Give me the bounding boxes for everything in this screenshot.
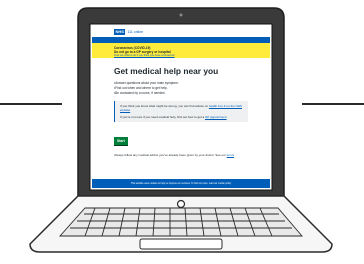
steps-list: Answer questions about your main symptom… xyxy=(114,81,248,96)
site-header: NHS 111 online xyxy=(92,26,270,37)
page-title: Get medical help near you xyxy=(114,66,219,76)
list-item: Be contacted by a nurse, if needed. xyxy=(114,91,248,96)
advice-text: Always follow any medical advice you've … xyxy=(114,153,248,157)
trackpad xyxy=(139,238,223,250)
inset-text: If you think you know what might be wron… xyxy=(114,101,248,122)
cookie-notice: This website uses cookies to help us imp… xyxy=(130,182,232,185)
power-button-icon xyxy=(176,199,186,209)
inset-paragraph: If you think you know what might be wron… xyxy=(120,104,243,112)
cookie-footer: This website uses cookies to help us imp… xyxy=(92,179,270,188)
main-content: Get medical help near you Answer questio… xyxy=(92,58,270,157)
keyboard xyxy=(58,207,303,237)
start-button[interactable]: Start xyxy=(114,137,128,146)
nhs-logo[interactable]: NHS xyxy=(114,28,126,35)
gp-appointment-link[interactable]: GP appointment xyxy=(205,115,227,119)
banner-link[interactable]: Find out what to do if you think you hav… xyxy=(114,54,270,57)
inset-text-2: If you're not sure if you need medical h… xyxy=(120,115,205,119)
inset-text-1: If you think you know what might be wron… xyxy=(120,104,209,108)
browser-screen: NHS 111 online Coronavirus (COVID-19) Do… xyxy=(92,26,270,188)
webcam-icon xyxy=(179,13,183,17)
advice-text-body: Always follow any medical advice you've … xyxy=(114,153,226,157)
inset-paragraph: If you're not sure if you need medical h… xyxy=(120,115,243,119)
terms-link[interactable]: terms xyxy=(227,153,235,157)
coronavirus-banner: Coronavirus (COVID-19) Do not go to a GP… xyxy=(92,43,270,58)
service-name[interactable]: 111 online xyxy=(127,30,143,34)
